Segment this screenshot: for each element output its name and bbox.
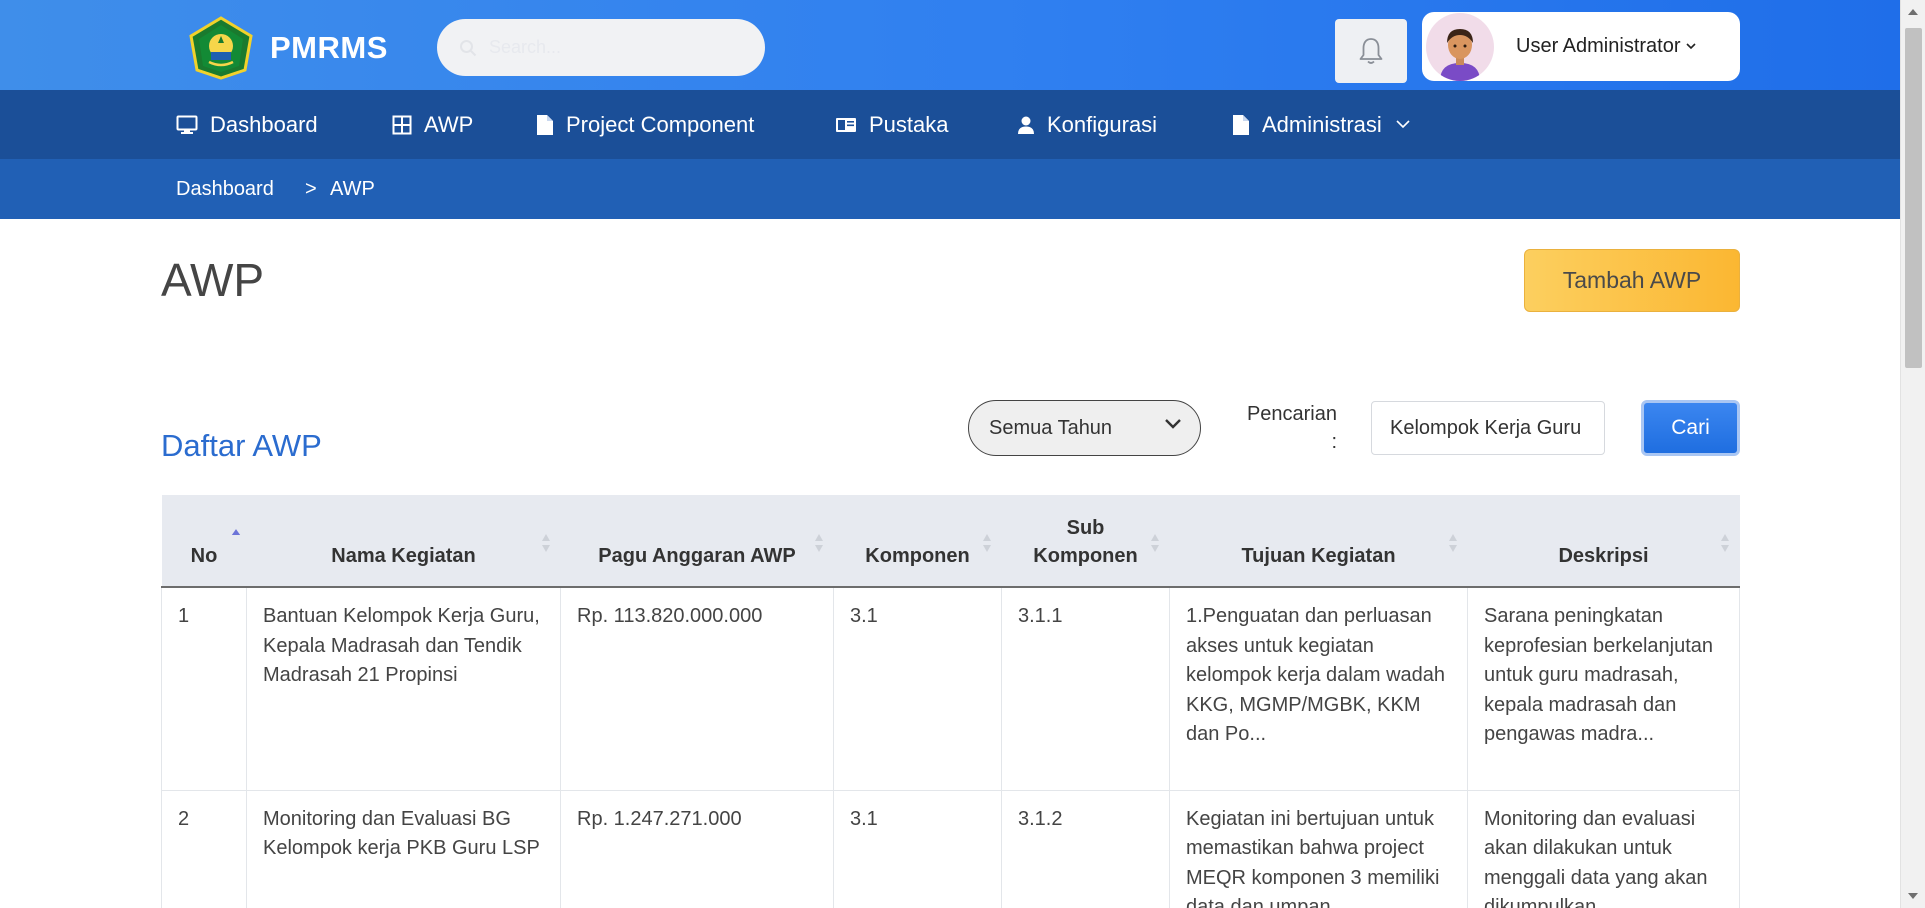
top-header: PMRMS User Administrator (0, 0, 1900, 90)
cell-sub-komponen: 3.1.1 (1001, 587, 1170, 791)
column-header-label: Tujuan Kegiatan (1241, 545, 1396, 567)
cell-pagu: Rp. 1.247.271.000 (560, 790, 834, 908)
user-menu[interactable]: User Administrator (1422, 12, 1740, 81)
column-header-nama-kegiatan[interactable]: Nama Kegiatan (246, 495, 561, 588)
user-icon (1018, 116, 1034, 134)
column-header-label: Komponen (865, 545, 970, 567)
awp-table: No Nama Kegiatan Pagu Anggaran AWP Kompo… (161, 495, 1740, 908)
kemenag-logo[interactable] (187, 16, 255, 80)
sort-asc-icon (231, 529, 240, 535)
nav-label: AWP (424, 111, 474, 137)
column-header-label: No (190, 545, 218, 567)
search-icon (460, 39, 477, 56)
sort-icon (1720, 534, 1729, 552)
column-header-sub-komponen[interactable]: Sub Komponen (1001, 495, 1170, 588)
search-label: Pencarian : (1237, 400, 1337, 456)
scroll-up-arrow-icon[interactable] (1908, 9, 1918, 15)
nav-item-konfigurasi[interactable]: Konfigurasi (1017, 90, 1157, 159)
year-select[interactable]: Semua Tahun (968, 400, 1201, 456)
column-header-tujuan-kegiatan[interactable]: Tujuan Kegiatan (1169, 495, 1468, 588)
document-icon (537, 114, 553, 135)
nav-label: Dashboard (210, 111, 318, 137)
cell-sub-komponen: 3.1.2 (1001, 790, 1170, 908)
cell-deskripsi-text: Sarana peningkatan keprofesian berkelanj… (1484, 605, 1714, 745)
global-search-input[interactable] (489, 37, 729, 58)
bell-icon (1359, 38, 1383, 64)
user-name: User Administrator (1516, 35, 1681, 57)
grid-icon (392, 115, 412, 134)
page-scrollbar[interactable] (1900, 0, 1925, 908)
nav-item-dashboard[interactable]: Dashboard (176, 90, 318, 159)
cell-komponen: 3.1 (833, 587, 1002, 791)
cell-tujuan: Kegiatan ini bertujuan untuk memastikan … (1169, 790, 1468, 908)
cell-tujuan: 1.Penguatan dan perluasan akses untuk ke… (1169, 587, 1468, 791)
sort-icon (1448, 534, 1457, 552)
column-header-pagu-anggaran[interactable]: Pagu Anggaran AWP (560, 495, 834, 588)
brand-name: PMRMS (270, 30, 388, 65)
awp-search-input[interactable] (1371, 401, 1605, 455)
nav-label: Project Component (566, 111, 755, 137)
column-header-label: Nama Kegiatan (331, 545, 476, 567)
chevron-down-icon (1396, 120, 1410, 129)
chevron-down-icon (1685, 43, 1696, 50)
table-row[interactable]: 2 Monitoring dan Evaluasi BG Kelompok ke… (161, 790, 1740, 908)
cell-no: 1 (161, 587, 247, 791)
nav-item-project-component[interactable]: Project Component (536, 90, 754, 159)
document-icon (1233, 114, 1249, 135)
scroll-thumb[interactable] (1905, 28, 1922, 368)
sort-icon (541, 534, 550, 552)
sort-icon (1150, 534, 1159, 552)
chevron-down-icon (1165, 419, 1181, 429)
cell-nama-kegiatan: Monitoring dan Evaluasi BG Kelompok kerj… (246, 790, 561, 908)
breadcrumb-current: AWP (330, 177, 375, 200)
nav-item-pustaka[interactable]: Pustaka (835, 90, 949, 159)
sort-icon (982, 534, 991, 552)
global-search[interactable] (437, 19, 765, 76)
breadcrumb-home[interactable]: Dashboard (176, 159, 274, 219)
cell-tujuan-text: 1.Penguatan dan perluasan akses untuk ke… (1186, 605, 1446, 745)
cell-nama-kegiatan: Bantuan Kelompok Kerja Guru, Kepala Madr… (246, 587, 561, 791)
page-title: AWP (161, 254, 265, 306)
table-header-row: No Nama Kegiatan Pagu Anggaran AWP Kompo… (161, 495, 1740, 588)
nav-item-awp[interactable]: AWP (392, 90, 473, 159)
breadcrumb-separator: > (305, 177, 317, 200)
book-icon (836, 117, 856, 132)
column-header-label: Deskripsi (1558, 545, 1649, 567)
nav-label: Konfigurasi (1047, 111, 1158, 137)
nav-label: Pustaka (869, 111, 949, 137)
column-header-label: Pagu Anggaran AWP (598, 545, 796, 567)
cell-deskripsi: Monitoring dan evaluasi akan dilakukan u… (1467, 790, 1740, 908)
column-header-komponen[interactable]: Komponen (833, 495, 1002, 588)
monitor-icon (176, 115, 198, 134)
sort-icon (814, 534, 823, 552)
column-header-deskripsi[interactable]: Deskripsi (1467, 495, 1740, 588)
breadcrumb: Dashboard > AWP (0, 159, 1900, 219)
search-label-colon: : (1331, 431, 1337, 453)
year-select-value: Semua Tahun (989, 416, 1113, 439)
column-header-no[interactable]: No (161, 495, 247, 588)
nav-label: Administrasi (1262, 111, 1382, 137)
section-title: Daftar AWP (161, 428, 322, 463)
nav-item-administrasi[interactable]: Administrasi (1232, 90, 1422, 159)
cell-komponen: 3.1 (833, 790, 1002, 908)
main-nav: Dashboard AWP Project Component Pustaka … (0, 90, 1900, 159)
avatar (1426, 12, 1494, 81)
search-label-text: Pencarian (1246, 403, 1337, 425)
table-row[interactable]: 1 Bantuan Kelompok Kerja Guru, Kepala Ma… (161, 587, 1740, 791)
notification-button[interactable] (1335, 19, 1407, 83)
cell-no: 2 (161, 790, 247, 908)
add-awp-button[interactable]: Tambah AWP (1524, 249, 1740, 312)
search-button[interactable]: Cari (1641, 400, 1740, 456)
scroll-down-arrow-icon[interactable] (1908, 893, 1918, 899)
cell-pagu: Rp. 113.820.000.000 (560, 587, 834, 791)
column-header-label: Sub Komponen (1033, 517, 1138, 567)
cell-deskripsi: Sarana peningkatan keprofesian berkelanj… (1467, 587, 1740, 791)
